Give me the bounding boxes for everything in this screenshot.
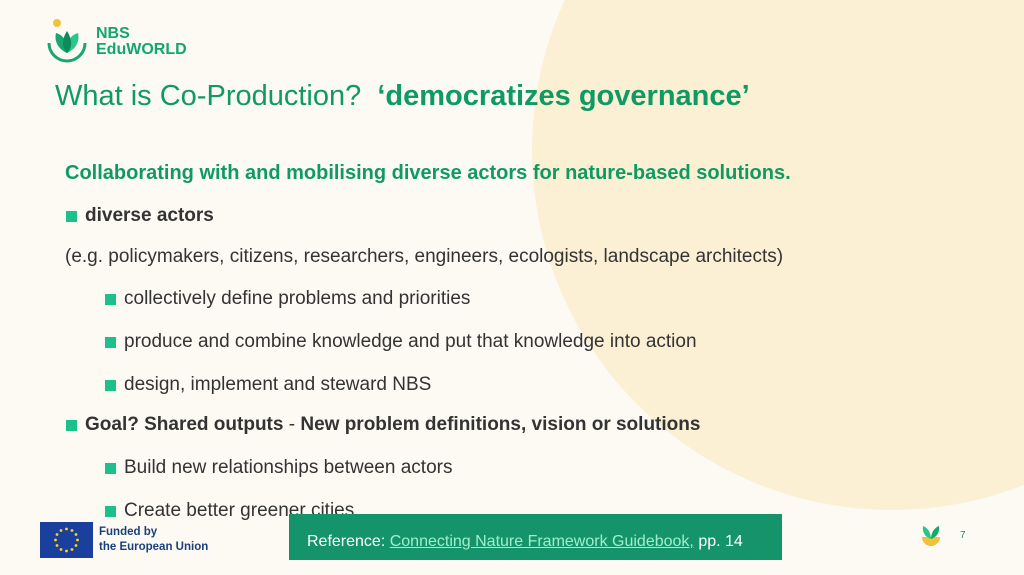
bullet-square-icon — [105, 506, 116, 517]
reference-box: Reference: Connecting Nature Framework G… — [289, 514, 782, 560]
eu-funding-text: Funded by the European Union — [99, 525, 208, 555]
subheading: Collaborating with and mobilising divers… — [65, 162, 791, 184]
logo-line-1: NBS — [96, 25, 130, 42]
bullet-square-icon — [105, 337, 116, 348]
sub-bullet-text: design, implement and steward NBS — [124, 374, 432, 395]
sub-bullet-item: design, implement and steward NBS — [105, 374, 431, 396]
sub-bullet-item: Build new relationships between actors — [105, 457, 452, 479]
goal-bold-1: Goal? Shared outputs — [85, 414, 284, 435]
title-bold: ‘democratizes governance’ — [377, 80, 750, 112]
eu-flag-icon — [40, 522, 93, 558]
bullet-square-icon — [66, 420, 77, 431]
sub-bullet-item: produce and combine knowledge and put th… — [105, 331, 697, 353]
bullet-text: diverse actors — [85, 205, 214, 226]
title-regular: What is Co-Production? — [55, 80, 362, 112]
small-leaf-logo-icon — [922, 526, 940, 546]
reference-text: Reference: Connecting Nature Framework G… — [307, 533, 743, 551]
logo-line-2: EduWORLD — [96, 41, 187, 58]
goal-separator: - — [283, 414, 301, 435]
logo-text: NBS EduWORLD — [96, 26, 187, 58]
sub-bullet-item: collectively define problems and priorit… — [105, 288, 470, 310]
reference-link[interactable]: Connecting Nature Framework Guidebook, — [390, 533, 694, 550]
slide-title: What is Co-Production? ‘democratizes gov… — [55, 80, 750, 113]
bullet-square-icon — [105, 463, 116, 474]
bullet-square-icon — [105, 294, 116, 305]
sub-bullet-text: produce and combine knowledge and put th… — [124, 331, 697, 352]
reference-label: Reference: — [307, 533, 390, 550]
slide: NBS EduWORLD What is Co-Production? ‘dem… — [0, 0, 1024, 575]
examples-text: (e.g. policymakers, citizens, researcher… — [65, 246, 784, 267]
eu-line-2: the European Union — [99, 541, 209, 553]
reference-tail: pp. 14 — [693, 533, 743, 550]
nbs-eduworld-logo: NBS EduWORLD — [44, 17, 204, 65]
goal-bold-2: New problem definitions, vision or solut… — [300, 414, 701, 435]
bullet-square-icon — [66, 211, 77, 222]
bullet-diverse-actors: diverse actors — [66, 205, 214, 227]
sub-bullet-text: Build new relationships between actors — [124, 457, 453, 478]
sub-bullet-text: collectively define problems and priorit… — [124, 288, 471, 309]
leaf-logo-icon — [47, 19, 87, 63]
bullet-goal: Goal? Shared outputs - New problem defin… — [66, 414, 700, 436]
page-number: 7 — [960, 530, 966, 541]
eu-line-1: Funded by — [99, 526, 158, 538]
bullet-square-icon — [105, 380, 116, 391]
